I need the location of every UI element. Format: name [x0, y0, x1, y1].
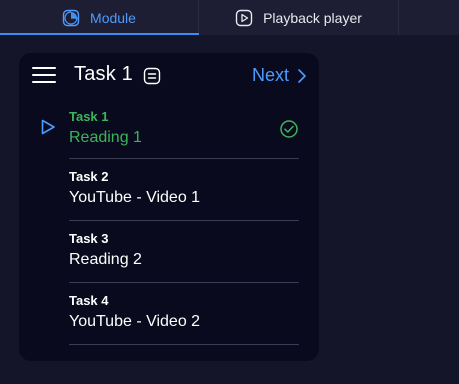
tab-module-label: Module — [90, 9, 136, 26]
task-label: Task 1 — [69, 109, 109, 124]
play-icon — [39, 118, 57, 136]
task-name: YouTube - Video 2 — [69, 313, 201, 330]
notes-icon[interactable] — [143, 67, 161, 85]
next-button-label: Next — [251, 65, 289, 85]
module-icon — [62, 9, 80, 27]
module-card: Task 1 Next Task 1 Reading 1 Task 2 YouT… — [19, 53, 319, 361]
check-circle-icon — [279, 119, 299, 139]
list-item-task-1[interactable]: Task 1 Reading 1 — [41, 99, 299, 159]
card-title: Task 1 — [74, 63, 134, 85]
task-label: Task 3 — [69, 231, 109, 246]
tab-playback-label: Playback player — [263, 9, 362, 26]
tab-playback-player[interactable]: Playback player — [199, 0, 399, 35]
task-name: Reading 1 — [69, 129, 142, 146]
chevron-right-icon — [297, 68, 307, 84]
card-header: Task 1 Next — [19, 53, 319, 99]
list-item-task-3[interactable]: Task 3 Reading 2 — [69, 221, 299, 283]
menu-icon[interactable] — [32, 67, 56, 83]
task-label: Task 2 — [69, 169, 109, 184]
task-name: YouTube - Video 1 — [69, 189, 201, 206]
tab-module[interactable]: Module — [0, 0, 199, 35]
task-list: Task 1 Reading 1 Task 2 YouTube - Video … — [19, 99, 319, 345]
list-item-task-2[interactable]: Task 2 YouTube - Video 1 — [69, 159, 299, 221]
tab-bar: Module Playback player — [0, 0, 459, 35]
playback-icon — [235, 9, 253, 27]
list-item-task-4[interactable]: Task 4 YouTube - Video 2 — [69, 283, 299, 345]
task-name: Reading 2 — [69, 251, 142, 268]
task-label: Task 4 — [69, 293, 109, 308]
next-button[interactable]: Next — [252, 65, 307, 86]
